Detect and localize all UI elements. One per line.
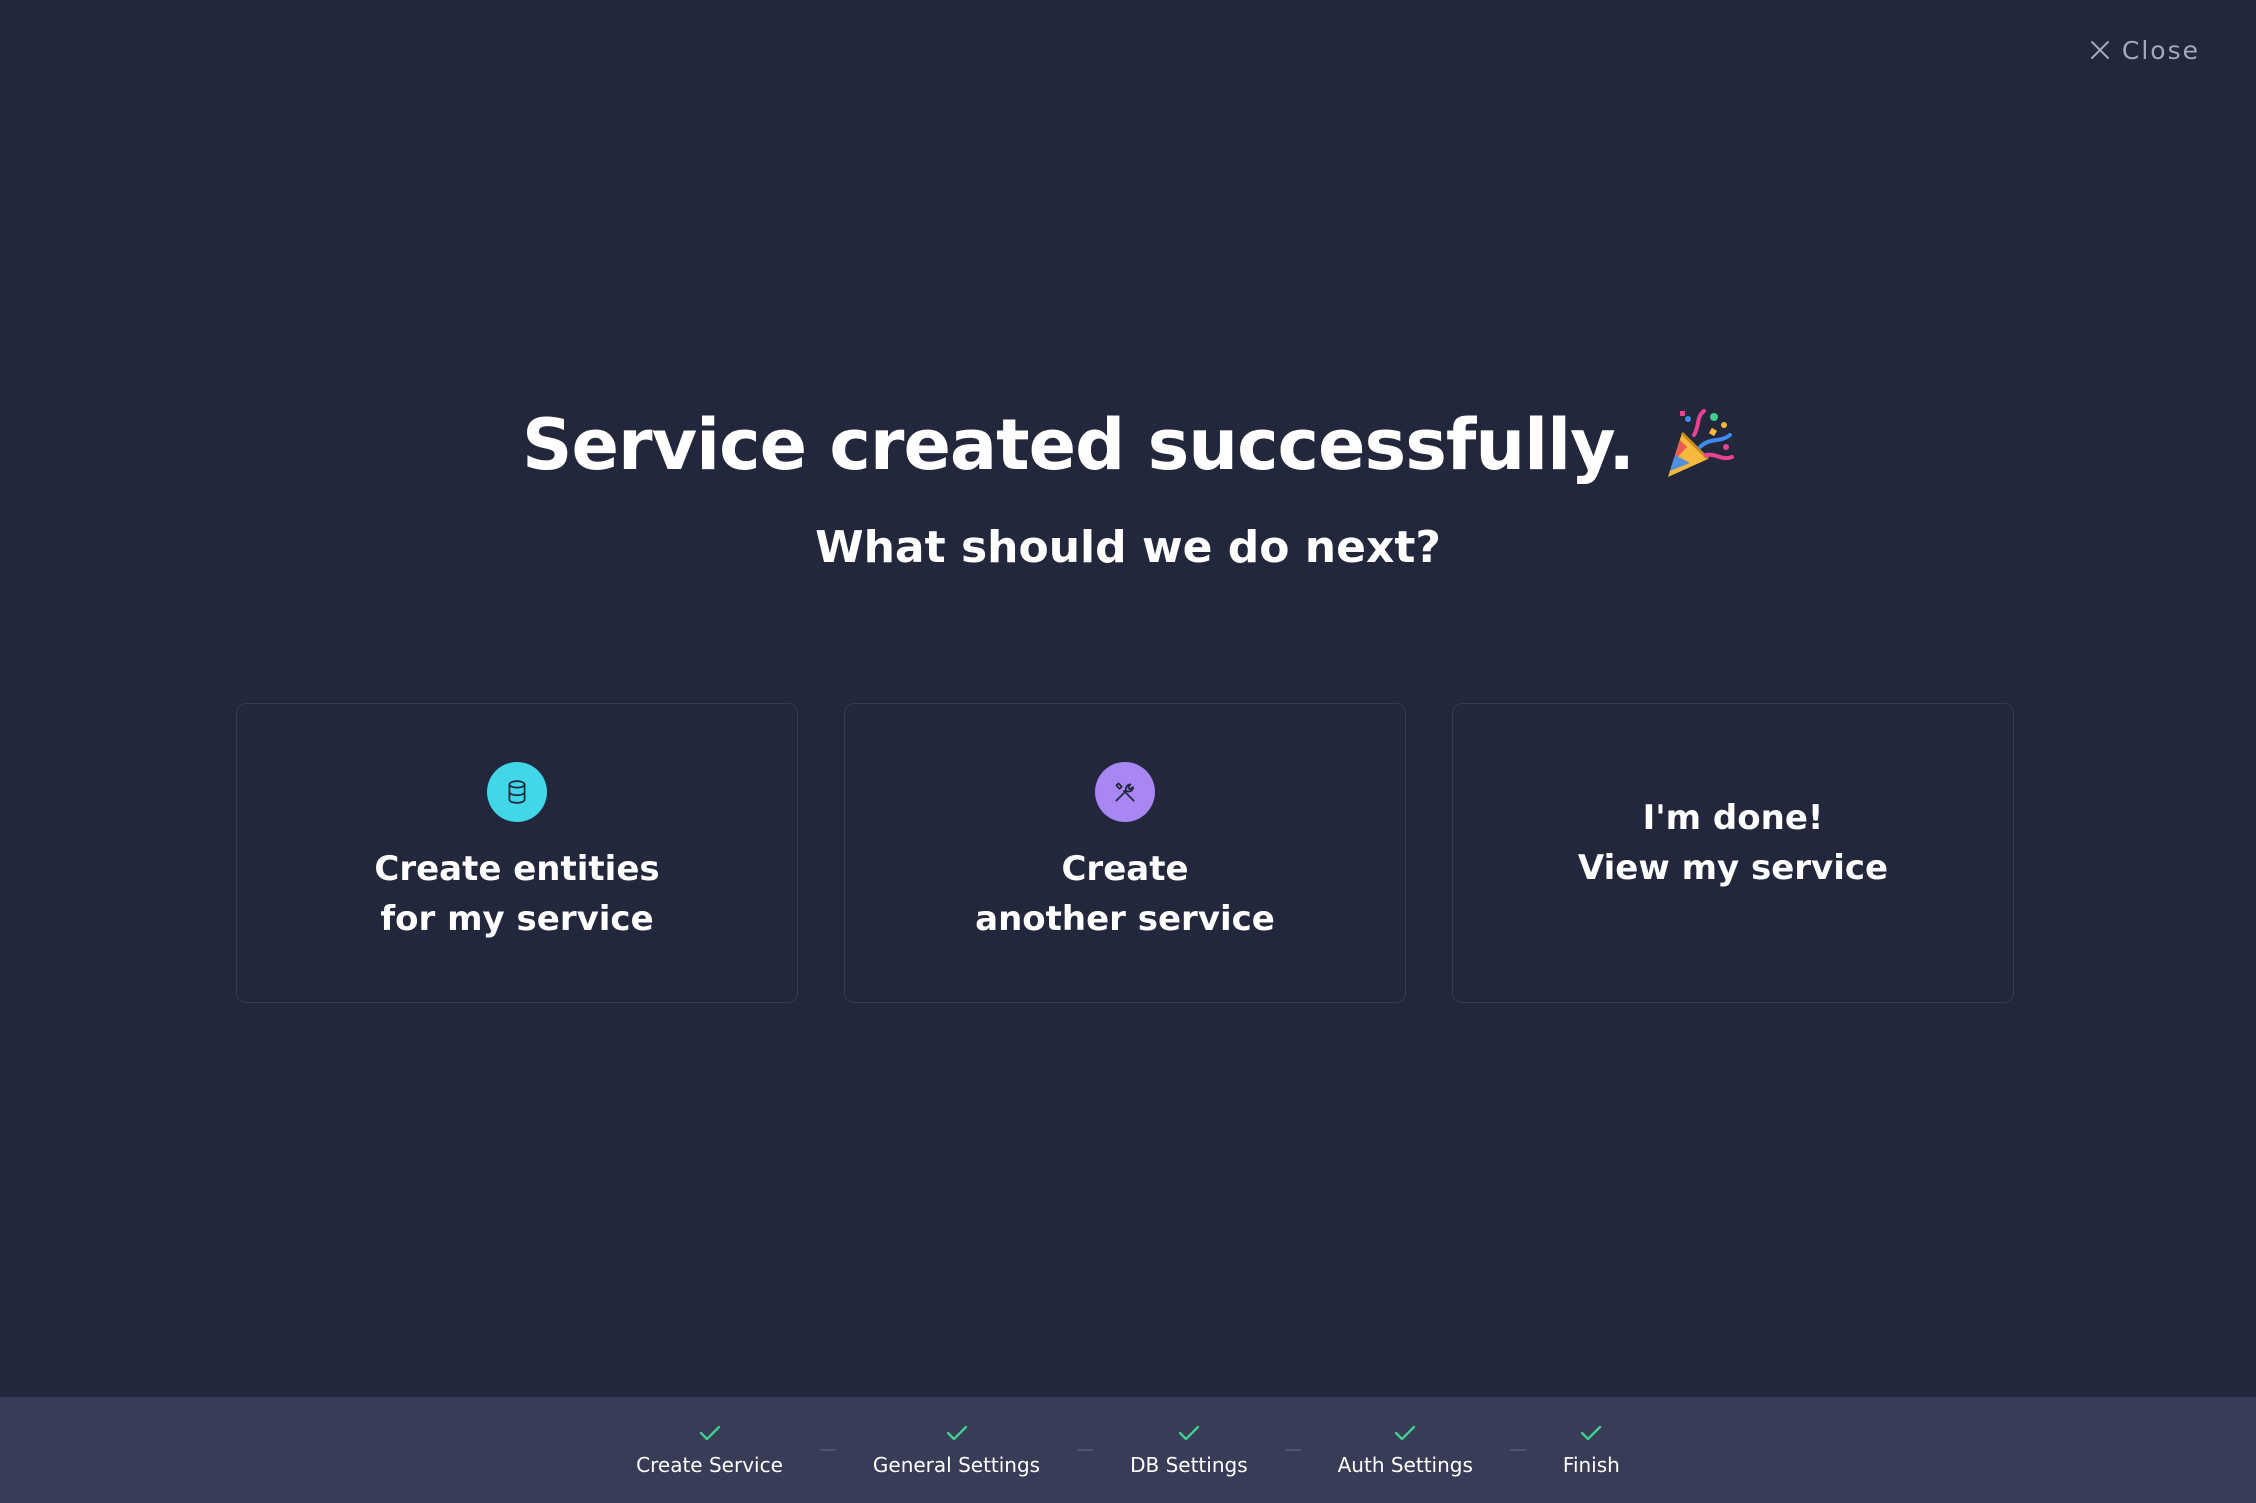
step-label: General Settings [872,1453,1041,1477]
step-label: Finish [1562,1453,1620,1477]
check-icon [1177,1419,1201,1447]
card-line-1: Create entities [374,849,660,889]
card-line-2: for my service [380,899,654,939]
step-label: Create Service [636,1453,783,1477]
step-auth-settings: Auth Settings [1331,1419,1480,1477]
check-icon [1393,1419,1417,1447]
step-separator [1509,1449,1526,1451]
card-line-2: View my service [1577,848,1889,888]
party-popper-icon [1660,407,1734,481]
card-line-1: I'm done! [1642,798,1824,838]
step-label: DB Settings [1130,1453,1248,1477]
close-label: Close [2121,35,2200,65]
create-another-service-text: Create another service [975,844,1275,944]
step-separator [819,1449,836,1451]
create-entities-card[interactable]: Create entities for my service [236,703,798,1003]
step-db-settings: DB Settings [1123,1419,1255,1477]
database-icon [487,762,547,822]
close-button[interactable]: Close [2090,30,2200,70]
page-title: Service created successfully. [0,400,2256,490]
create-entities-text: Create entities for my service [374,844,659,944]
check-icon [698,1419,722,1447]
create-another-service-card[interactable]: Create another service [844,703,1406,1003]
wizard-steps: Create Service General Settings DB Setti… [629,1419,1627,1477]
card-line-1: Create [1061,849,1189,889]
close-icon [2090,40,2110,60]
view-service-text: I'm done! View my service [1578,793,1888,893]
step-label: Auth Settings [1337,1453,1473,1477]
card-line-2: another service [975,899,1275,939]
check-icon [945,1419,969,1447]
step-separator [1284,1449,1301,1451]
step-finish: Finish [1556,1419,1627,1477]
page-title-text: Service created successfully. [522,404,1635,486]
view-service-card[interactable]: I'm done! View my service [1452,703,2014,1003]
wizard-progress-bar: Create Service General Settings DB Setti… [0,1397,2256,1503]
step-separator [1077,1449,1094,1451]
check-icon [1579,1419,1603,1447]
step-general-settings: General Settings [866,1419,1047,1477]
page-subtitle: What should we do next? [815,522,1441,573]
step-create-service: Create Service [629,1419,790,1477]
tools-icon [1095,762,1155,822]
next-step-options: Create entities for my service Create an… [236,703,2014,1003]
